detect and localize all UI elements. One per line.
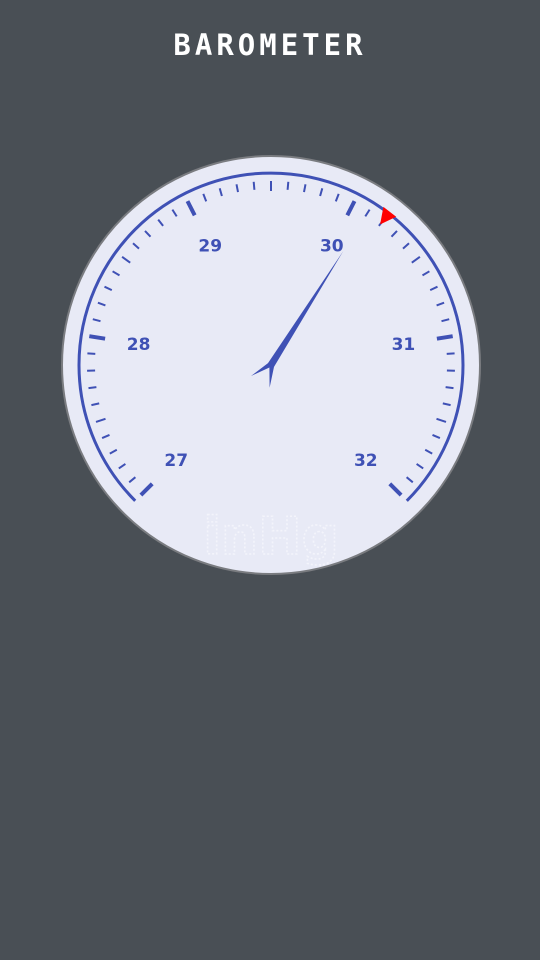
minor-tick: [446, 352, 455, 355]
unit-label: inHg: [203, 507, 339, 567]
minor-tick: [252, 181, 256, 190]
barometer-gauge: 27 28 29 30 31 32 inHg: [60, 154, 482, 576]
major-tick: [436, 334, 454, 341]
scale-label-31: 31: [392, 335, 416, 355]
minor-tick: [445, 386, 454, 390]
scale-label-30: 30: [320, 237, 344, 257]
gauge-svg: 27 28 29 30 31 32 inHg: [61, 155, 481, 575]
major-tick: [88, 334, 106, 341]
minor-tick: [286, 181, 290, 190]
barometer-screen: BAROMETER 27 28 29 30 31 32 inHg: [0, 0, 540, 960]
minor-tick: [88, 386, 97, 390]
minor-tick: [87, 352, 96, 355]
app-title: BAROMETER: [173, 28, 367, 62]
scale-label-29: 29: [198, 237, 222, 257]
scale-label-32: 32: [354, 451, 378, 471]
scale-label-27: 27: [164, 451, 188, 471]
scale-label-28: 28: [127, 335, 151, 355]
